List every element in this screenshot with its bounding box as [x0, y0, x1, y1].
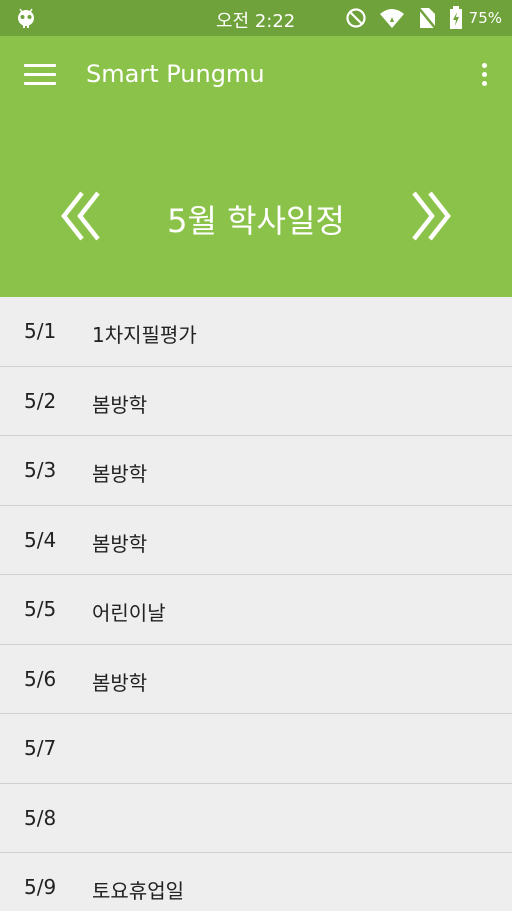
status-clock: 오전 2:22 [216, 11, 296, 32]
month-title: 5월 학사일정 [167, 202, 345, 240]
hamburger-menu-icon[interactable] [24, 64, 56, 88]
item-event: 봄방학 [92, 531, 148, 556]
item-event: 봄방학 [92, 670, 148, 695]
list-item[interactable]: 5/2 봄방학 [0, 366, 512, 436]
item-event: 봄방학 [92, 462, 148, 486]
android-debug-icon [18, 8, 34, 28]
item-date: 5/2 [24, 388, 57, 413]
item-date: 5/5 [24, 597, 57, 621]
double-chevron-right-icon[interactable] [406, 190, 454, 242]
list-item[interactable]: 5/3 봄방학 [0, 436, 512, 506]
app-toolbar: Smart Pungmu [0, 36, 512, 118]
battery-charging-icon [449, 6, 462, 29]
status-bar: 오전 2:22 75% [0, 0, 512, 36]
item-date: 5/1 [24, 319, 57, 343]
more-vert-icon[interactable] [480, 63, 488, 91]
double-chevron-left-icon[interactable] [58, 190, 106, 242]
item-date: 5/3 [24, 458, 57, 482]
list-item[interactable]: 5/7 [0, 714, 512, 784]
do-not-disturb-icon [346, 8, 366, 28]
item-event: 봄방학 [92, 392, 148, 417]
item-date: 5/9 [24, 875, 57, 899]
item-date: 5/8 [24, 805, 57, 830]
item-event: 1차지필평가 [92, 323, 197, 347]
battery-level: 75% [468, 9, 502, 27]
list-item[interactable]: 5/6 봄방학 [0, 644, 512, 714]
no-sim-icon [416, 6, 437, 30]
list-item[interactable]: 5/9 토요휴업일 [0, 853, 512, 911]
month-header: 5월 학사일정 [0, 118, 512, 297]
item-event: 토요휴업일 [92, 879, 184, 903]
app-title: Smart Pungmu [86, 60, 265, 88]
list-item[interactable]: 5/8 [0, 783, 512, 853]
item-date: 5/7 [24, 736, 57, 760]
item-event: 어린이날 [92, 601, 166, 625]
list-item[interactable]: 5/4 봄방학 [0, 505, 512, 575]
schedule-list: 5/1 1차지필평가 5/2 봄방학 5/3 봄방학 5/4 봄방학 5/5 어… [0, 297, 512, 911]
status-icons: 75% [345, 6, 502, 30]
item-date: 5/6 [24, 666, 57, 691]
list-item[interactable]: 5/1 1차지필평가 [0, 297, 512, 367]
wifi-icon [379, 9, 404, 28]
item-date: 5/4 [24, 527, 57, 552]
list-item[interactable]: 5/5 어린이날 [0, 575, 512, 645]
